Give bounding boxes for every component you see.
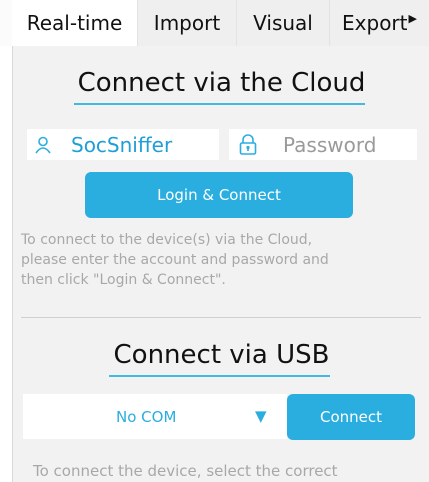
tab-label: Import <box>153 11 221 35</box>
password-placeholder: Password <box>283 132 377 157</box>
tab-export[interactable]: Export ▶ <box>330 0 429 46</box>
section-divider <box>21 317 421 318</box>
usb-title-underline <box>109 375 330 377</box>
dropdown-arrow-icon[interactable]: ▼ <box>255 407 267 425</box>
tab-label: Export <box>342 11 408 35</box>
usb-help-line-1: To connect the device, select the correc… <box>33 462 338 480</box>
tab-scroll-right-icon[interactable]: ▶ <box>409 12 417 25</box>
username-value: SocSniffer <box>71 132 173 157</box>
cloud-help-line-1: To connect to the device(s) via the Clou… <box>21 232 313 248</box>
cloud-title-underline <box>74 103 365 105</box>
usb-section-title: Connect via USB <box>113 340 330 370</box>
user-icon <box>31 133 55 157</box>
cloud-help-line-2: please enter the account and password an… <box>21 252 329 268</box>
login-connect-label: Login & Connect <box>157 186 281 204</box>
tab-import[interactable]: Import <box>138 0 237 46</box>
tab-label: Real-time <box>26 11 123 35</box>
usb-connect-label: Connect <box>319 408 383 426</box>
cloud-section-title: Connect via the Cloud <box>77 68 366 98</box>
connection-panel: Connect via the Cloud SocSniffer Passwor… <box>12 46 429 482</box>
usb-connect-button[interactable]: Connect <box>287 394 415 440</box>
password-field[interactable]: Password <box>229 129 417 160</box>
tab-label: Visual <box>253 11 313 35</box>
username-field[interactable]: SocSniffer <box>27 129 219 160</box>
tab-visual[interactable]: Visual <box>237 0 330 46</box>
com-port-select[interactable]: No COM ▼ <box>23 394 287 439</box>
cloud-help-line-3: then click "Login & Connect". <box>21 272 226 288</box>
tab-bar: Real-time Import Visual Export ▶ <box>0 0 429 46</box>
app-window: Real-time Import Visual Export ▶ Connect… <box>0 0 429 482</box>
login-connect-button[interactable]: Login & Connect <box>85 172 353 218</box>
lock-icon <box>236 133 260 157</box>
com-port-value: No COM <box>116 407 177 426</box>
tab-real-time[interactable]: Real-time <box>12 0 138 46</box>
